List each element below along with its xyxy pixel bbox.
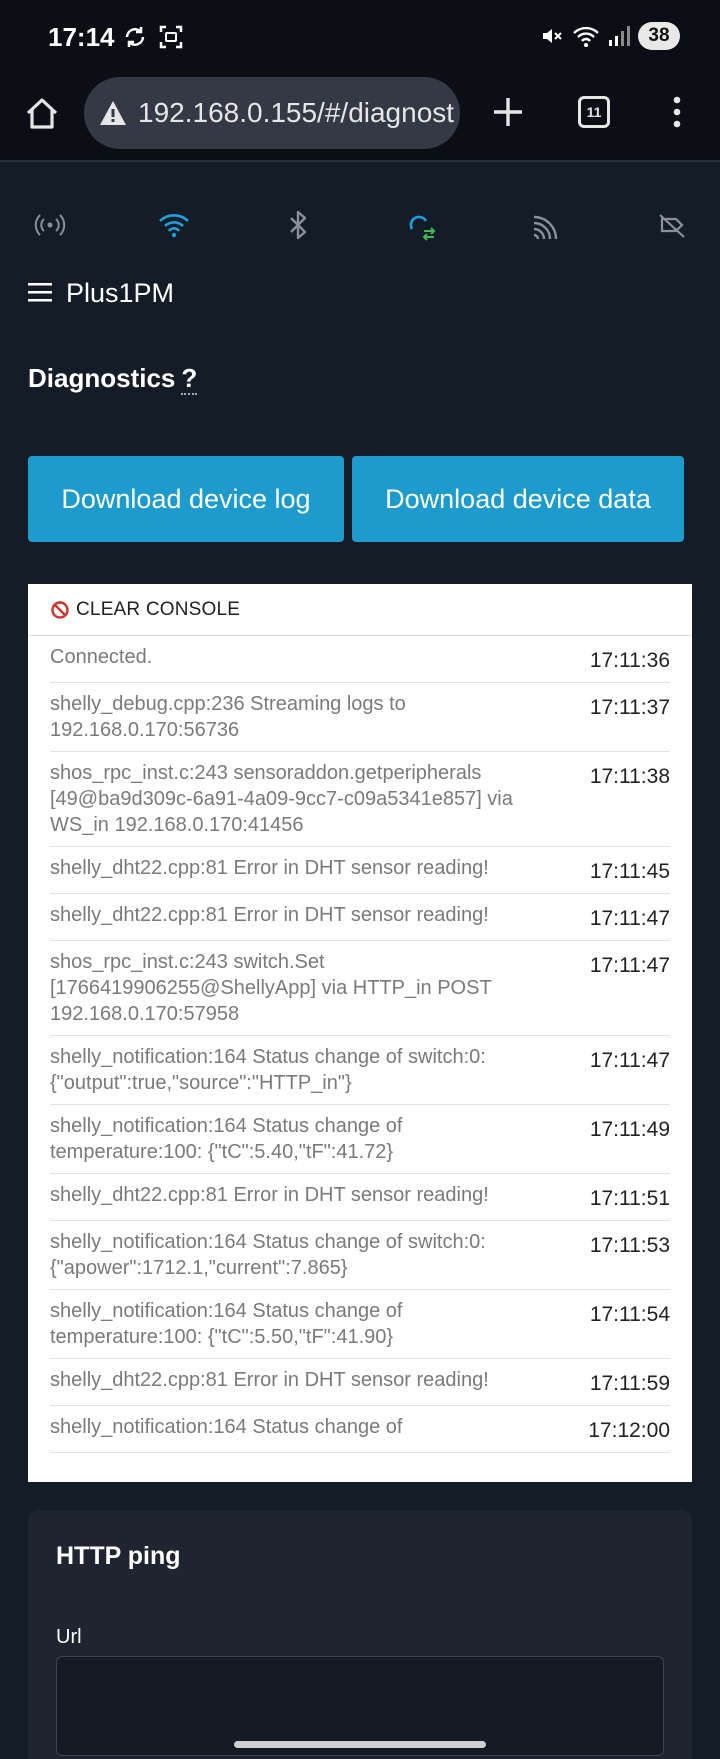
link-off-icon[interactable]	[652, 205, 692, 245]
log-row: shelly_notification:164 Status change of…	[50, 1036, 670, 1105]
more-menu-icon[interactable]	[664, 92, 690, 132]
log-time: 17:11:47	[589, 954, 670, 977]
browser-toolbar: 192.168.0.155/#/diagnost 11	[0, 74, 720, 162]
page-title: Diagnostics?	[28, 363, 198, 395]
log-time: 17:11:38	[589, 765, 670, 788]
url-bar[interactable]: 192.168.0.155/#/diagnost	[84, 77, 460, 149]
log-row: shelly_dht22.cpp:81 Error in DHT sensor …	[50, 847, 670, 894]
wifi-status-icon	[573, 26, 599, 47]
log-message: shelly_notification:164 Status change of…	[50, 1231, 486, 1279]
url-text: 192.168.0.155/#/diagnost	[138, 97, 455, 128]
log-message: shelly_debug.cpp:236 Streaming logs to 1…	[50, 693, 406, 741]
log-row: shelly_debug.cpp:236 Streaming logs to 1…	[50, 683, 670, 752]
log-row: shos_rpc_inst.c:243 switch.Set [17664199…	[50, 941, 670, 1036]
log-time: 17:11:54	[589, 1303, 670, 1326]
log-time: 17:11:47	[589, 1049, 670, 1072]
log-message: shelly_dht22.cpp:81 Error in DHT sensor …	[50, 1369, 489, 1391]
help-link[interactable]: ?	[181, 363, 198, 395]
http-ping-card: HTTP ping Url	[28, 1510, 692, 1759]
url-label: Url	[56, 1626, 82, 1648]
log-message: shos_rpc_inst.c:243 sensoraddon.getperip…	[50, 762, 513, 836]
log-console[interactable]: CLEAR CONSOLE Connected. 17:11:36 shelly_d…	[28, 584, 692, 1482]
signal-icon	[609, 26, 630, 46]
log-time: 17:11:49	[589, 1118, 670, 1141]
home-icon[interactable]	[22, 94, 62, 134]
home-indicator	[234, 1741, 486, 1748]
log-row: shelly_notification:164 Status change of…	[50, 1290, 670, 1359]
log-message: shelly_notification:164 Status change of	[50, 1416, 403, 1438]
new-tab-icon[interactable]	[488, 92, 528, 132]
log-row: shelly_notification:164 Status change of…	[50, 1221, 670, 1290]
log-row: shos_rpc_inst.c:243 sensoraddon.getperip…	[50, 752, 670, 847]
log-message: shelly_dht22.cpp:81 Error in DHT sensor …	[50, 904, 489, 926]
log-row: Connected. 17:11:36	[50, 636, 670, 683]
clear-console-button[interactable]: CLEAR CONSOLE	[28, 584, 692, 636]
log-time: 17:11:45	[589, 860, 670, 883]
battery-badge: 38	[638, 22, 680, 50]
log-time: 17:11:51	[589, 1187, 670, 1210]
download-data-button[interactable]: Download device data	[352, 456, 684, 542]
log-row: shelly_dht22.cpp:81 Error in DHT sensor …	[50, 1359, 670, 1406]
status-time: 17:14	[48, 22, 115, 52]
block-icon	[51, 600, 69, 619]
log-row: shelly_notification:164 Status change of…	[50, 1406, 670, 1453]
log-message: Connected.	[50, 646, 153, 668]
device-name: Plus1PM	[66, 278, 175, 308]
screenshot-icon	[159, 25, 183, 49]
warning-icon	[100, 101, 126, 125]
cloud-icon[interactable]	[402, 205, 442, 245]
broadcast-icon[interactable]	[30, 205, 70, 245]
bluetooth-icon[interactable]	[278, 205, 318, 245]
tab-switcher-button[interactable]: 11	[578, 96, 610, 128]
hamburger-menu-icon[interactable]	[28, 281, 52, 303]
log-message: shelly_dht22.cpp:81 Error in DHT sensor …	[50, 857, 489, 879]
connectivity-icons	[0, 205, 720, 249]
log-time: 17:11:36	[589, 649, 670, 672]
log-message: shos_rpc_inst.c:243 switch.Set [17664199…	[50, 951, 492, 1025]
download-log-button[interactable]: Download device log	[28, 456, 344, 542]
cast-icon[interactable]	[526, 205, 566, 245]
log-message: shelly_dht22.cpp:81 Error in DHT sensor …	[50, 1184, 489, 1206]
log-message: shelly_notification:164 Status change of…	[50, 1046, 486, 1094]
log-message: shelly_notification:164 Status change of…	[50, 1300, 403, 1348]
log-row: shelly_notification:164 Status change of…	[50, 1105, 670, 1174]
log-row: shelly_dht22.cpp:81 Error in DHT sensor …	[50, 1174, 670, 1221]
status-bar: 17:14 38	[0, 0, 720, 74]
mute-icon	[543, 29, 562, 43]
log-message: shelly_notification:164 Status change of…	[50, 1115, 403, 1163]
wifi-icon[interactable]	[154, 205, 194, 245]
log-time: 17:12:00	[588, 1419, 670, 1442]
sync-icon	[125, 27, 145, 47]
http-ping-title: HTTP ping	[56, 1542, 181, 1570]
log-row: shelly_dht22.cpp:81 Error in DHT sensor …	[50, 894, 670, 941]
log-time: 17:11:53	[589, 1234, 670, 1257]
log-time: 17:11:59	[589, 1372, 670, 1395]
log-time: 17:11:47	[589, 907, 670, 930]
log-time: 17:11:37	[589, 696, 670, 719]
log-list: Connected. 17:11:36 shelly_debug.cpp:236 S…	[28, 636, 692, 1453]
